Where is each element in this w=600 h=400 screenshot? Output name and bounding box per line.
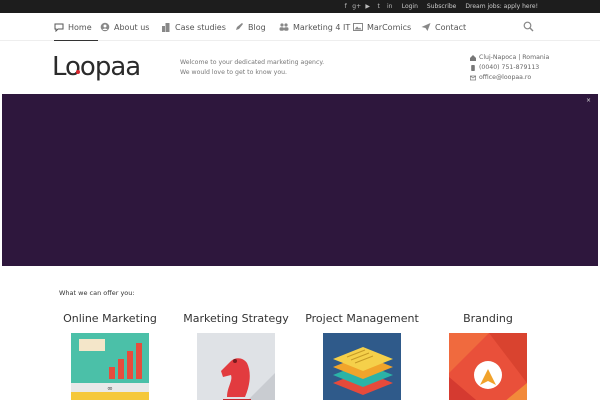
stacked-layers-icon	[323, 333, 401, 400]
service-title: Marketing Strategy	[183, 312, 289, 325]
service-marketing-strategy[interactable]: Marketing Strategy	[176, 312, 296, 400]
nav-item-case-studies[interactable]: Case studies	[161, 13, 226, 41]
service-title: Branding	[463, 312, 513, 325]
youtube-icon[interactable]: ▶	[365, 3, 371, 10]
envelope-icon	[470, 75, 476, 81]
location-text: Cluj-Napoca | Romania	[479, 54, 550, 61]
tagline-line-1: Welcome to your dedicated marketing agen…	[180, 59, 325, 66]
nav-item-label: Home	[68, 22, 92, 32]
paper-plane-icon	[421, 23, 431, 31]
logo[interactable]: Loopaa	[52, 51, 144, 81]
nav-item-contact[interactable]: Contact	[421, 13, 466, 41]
google-plus-icon[interactable]: g+	[352, 3, 361, 10]
twitter-icon[interactable]: t	[376, 3, 382, 10]
buildings-icon	[162, 23, 170, 32]
login-link[interactable]: Login	[402, 3, 418, 10]
close-icon[interactable]: ×	[586, 97, 591, 104]
service-online-marketing[interactable]: Online Marketing ∞	[50, 312, 170, 400]
svg-text:Loopaa: Loopaa	[52, 52, 140, 81]
main-nav: Home About us Case studies Blog Marketin…	[0, 13, 600, 42]
facebook-icon[interactable]: f	[343, 3, 349, 10]
nav-item-home[interactable]: Home	[54, 13, 98, 42]
jobs-link[interactable]: Dream jobs: apply here!	[465, 3, 538, 10]
nav-item-label: About us	[114, 22, 150, 32]
nav-item-marcomics[interactable]: MarComics	[353, 13, 411, 41]
nav-item-label: Marketing 4 IT	[293, 22, 351, 32]
tagline-line-2: We would love to get to know you.	[180, 69, 287, 76]
email-row: office@loopaa.ro	[470, 73, 549, 83]
brand-logo-icon	[449, 333, 527, 400]
search-icon[interactable]	[523, 21, 534, 32]
service-project-management[interactable]: Project Management	[302, 312, 422, 400]
linkedin-icon[interactable]: in	[387, 3, 393, 10]
service-title: Online Marketing	[63, 312, 157, 325]
home-icon	[470, 55, 476, 61]
top-bar: f g+ ▶ t in Login Subscribe Dream jobs: …	[0, 0, 600, 13]
users-icon	[279, 23, 289, 31]
chess-knight-icon	[197, 333, 275, 400]
services-heading: What we can offer you:	[59, 289, 135, 297]
phone-icon	[471, 65, 475, 71]
user-circle-icon	[100, 22, 110, 32]
nav-item-label: Blog	[248, 22, 266, 32]
nav-item-label: MarComics	[367, 22, 412, 32]
phone-text: (0040) 751-879113	[479, 64, 540, 71]
edit-pen-icon	[236, 23, 243, 30]
site-header: Loopaa Welcome to your dedicated marketi…	[0, 41, 600, 94]
nav-item-about-us[interactable]: About us	[100, 13, 149, 41]
service-title: Project Management	[305, 312, 419, 325]
svg-text:∞: ∞	[107, 385, 113, 393]
top-bar-links: f g+ ▶ t in Login Subscribe Dream jobs: …	[343, 0, 538, 13]
image-icon	[353, 23, 363, 31]
location-row: Cluj-Napoca | Romania	[470, 53, 549, 63]
hero-banner: ×	[2, 94, 598, 266]
analytics-monitor-icon: ∞	[71, 333, 149, 400]
contact-info: Cluj-Napoca | Romania (0040) 751-879113 …	[470, 53, 549, 83]
email-link[interactable]: office@loopaa.ro	[479, 73, 531, 83]
subscribe-link[interactable]: Subscribe	[427, 3, 456, 10]
loopaa-logo: Loopaa	[52, 52, 141, 81]
chat-bubble-icon	[54, 23, 64, 32]
service-branding[interactable]: Branding	[428, 312, 548, 400]
tagline: Welcome to your dedicated marketing agen…	[180, 58, 324, 78]
phone-row: (0040) 751-879113	[470, 63, 549, 73]
nav-item-label: Case studies	[175, 22, 226, 32]
nav-item-blog[interactable]: Blog	[234, 13, 266, 41]
nav-item-label: Contact	[435, 22, 467, 32]
nav-item-marketing-4-it[interactable]: Marketing 4 IT	[279, 13, 350, 41]
